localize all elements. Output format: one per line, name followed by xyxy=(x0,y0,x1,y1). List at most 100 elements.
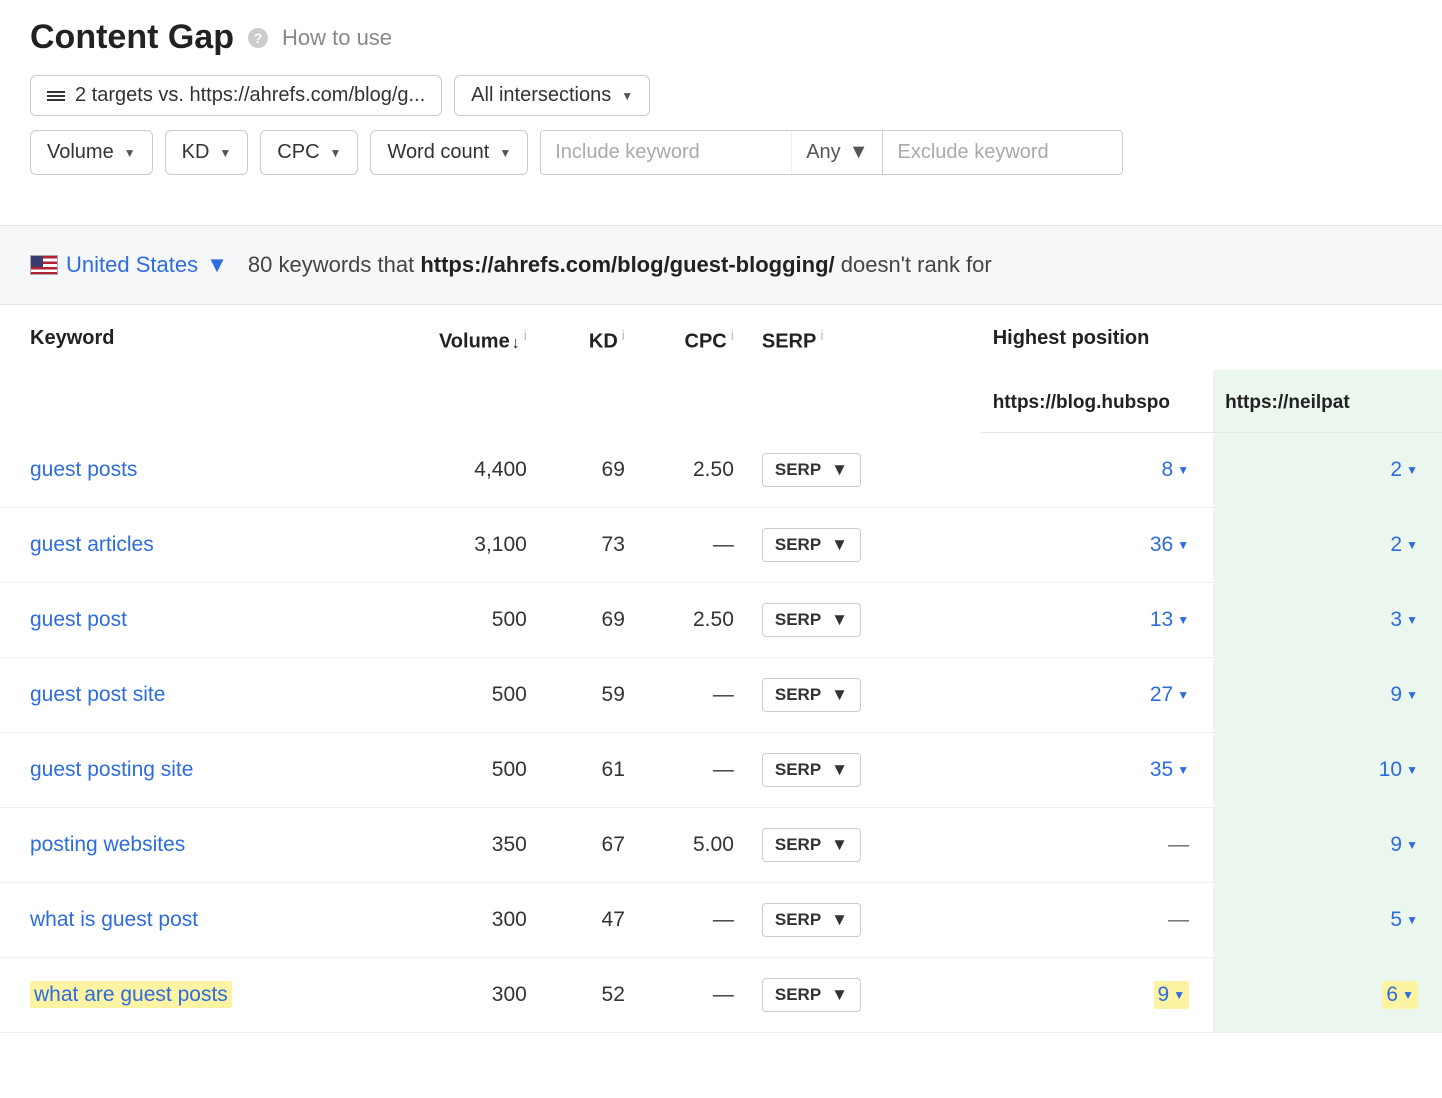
keyword-link[interactable]: guest post xyxy=(30,608,127,631)
chevron-down-icon: ▼ xyxy=(1177,538,1189,552)
chevron-down-icon: ▼ xyxy=(831,835,848,855)
serp-button[interactable]: SERP▼ xyxy=(762,453,861,487)
keyword-link[interactable]: guest posting site xyxy=(30,758,193,781)
cpc-value: 2.50 xyxy=(643,433,752,508)
chevron-down-icon: ▼ xyxy=(1402,988,1414,1002)
keyword-link[interactable]: guest articles xyxy=(30,533,154,556)
position-value[interactable]: 2▼ xyxy=(1390,458,1418,482)
chevron-down-icon: ▼ xyxy=(1173,988,1185,1002)
position-value[interactable]: 13▼ xyxy=(1150,608,1189,632)
cpc-value: 5.00 xyxy=(643,807,752,882)
serp-button[interactable]: SERP▼ xyxy=(762,528,861,562)
col-kd[interactable]: KDi xyxy=(545,305,643,433)
chevron-down-icon: ▼ xyxy=(831,685,848,705)
table-row: guest articles 3,100 73 — SERP▼ 36▼ 2▼ xyxy=(0,507,1442,582)
position-value[interactable]: 10▼ xyxy=(1379,758,1418,782)
chevron-down-icon: ▼ xyxy=(1406,763,1418,777)
serp-button[interactable]: SERP▼ xyxy=(762,903,861,937)
cpc-value: 2.50 xyxy=(643,582,752,657)
info-icon[interactable]: i xyxy=(524,327,527,343)
chevron-down-icon: ▼ xyxy=(499,146,511,160)
include-keyword-input[interactable] xyxy=(541,131,791,174)
volume-value: 4,400 xyxy=(403,433,545,508)
position-value[interactable]: 27▼ xyxy=(1150,683,1189,707)
kd-filter[interactable]: KD ▼ xyxy=(165,130,249,175)
chevron-down-icon: ▼ xyxy=(1177,463,1189,477)
cpc-filter[interactable]: CPC ▼ xyxy=(260,130,358,175)
volume-value: 500 xyxy=(403,732,545,807)
position-value[interactable]: 9▼ xyxy=(1390,683,1418,707)
keyword-link[interactable]: guest post site xyxy=(30,683,165,706)
kd-value: 67 xyxy=(545,807,643,882)
keyword-filter-group: Any ▼ xyxy=(540,130,1123,175)
info-icon[interactable]: i xyxy=(622,327,625,343)
serp-button[interactable]: SERP▼ xyxy=(762,753,861,787)
targets-label: 2 targets vs. https://ahrefs.com/blog/g.… xyxy=(75,84,425,107)
include-mode-selector[interactable]: Any ▼ xyxy=(791,131,882,174)
chevron-down-icon: ▼ xyxy=(831,985,848,1005)
serp-button[interactable]: SERP▼ xyxy=(762,828,861,862)
keyword-link[interactable]: guest posts xyxy=(30,458,137,481)
chevron-down-icon: ▼ xyxy=(831,610,848,630)
col-site2[interactable]: https://neilpat xyxy=(1213,370,1442,433)
info-icon[interactable]: i xyxy=(731,327,734,343)
col-site1[interactable]: https://blog.hubspo xyxy=(981,370,1213,433)
position-value[interactable]: 36▼ xyxy=(1150,533,1189,557)
serp-button[interactable]: SERP▼ xyxy=(762,603,861,637)
col-volume[interactable]: Volume↓i xyxy=(403,305,545,433)
position-value[interactable]: 9▼ xyxy=(1390,833,1418,857)
chevron-down-icon: ▼ xyxy=(831,910,848,930)
volume-value: 3,100 xyxy=(403,507,545,582)
summary-bar: United States ▼ 80 keywords that https:/… xyxy=(0,225,1442,305)
kd-value: 47 xyxy=(545,882,643,957)
exclude-keyword-input[interactable] xyxy=(882,131,1122,174)
col-keyword[interactable]: Keyword xyxy=(0,305,403,433)
results-table: Keyword Volume↓i KDi CPCi SERPi Highest … xyxy=(0,305,1442,1033)
serp-button[interactable]: SERP▼ xyxy=(762,678,861,712)
position-value[interactable]: 8▼ xyxy=(1162,458,1190,482)
keyword-link[interactable]: what are guest posts xyxy=(30,981,232,1008)
intersections-selector[interactable]: All intersections ▼ xyxy=(454,75,650,116)
info-icon[interactable]: i xyxy=(820,327,823,343)
country-selector[interactable]: United States ▼ xyxy=(30,252,228,278)
cpc-value: — xyxy=(643,732,752,807)
kd-value: 69 xyxy=(545,582,643,657)
word-count-filter[interactable]: Word count ▼ xyxy=(370,130,528,175)
volume-value: 300 xyxy=(403,882,545,957)
col-cpc[interactable]: CPCi xyxy=(643,305,752,433)
sort-desc-icon: ↓ xyxy=(512,335,520,352)
keyword-link[interactable]: what is guest post xyxy=(30,908,198,931)
table-row: guest posts 4,400 69 2.50 SERP▼ 8▼ 2▼ xyxy=(0,433,1442,508)
targets-selector[interactable]: 2 targets vs. https://ahrefs.com/blog/g.… xyxy=(30,75,442,116)
table-row: what is guest post 300 47 — SERP▼ — 5▼ xyxy=(0,882,1442,957)
position-value[interactable]: 6▼ xyxy=(1382,981,1418,1009)
table-row: guest post 500 69 2.50 SERP▼ 13▼ 3▼ xyxy=(0,582,1442,657)
position-value[interactable]: 2▼ xyxy=(1390,533,1418,557)
chevron-down-icon: ▼ xyxy=(1177,613,1189,627)
chevron-down-icon: ▼ xyxy=(849,141,869,164)
position-value[interactable]: 3▼ xyxy=(1390,608,1418,632)
page-title: Content Gap xyxy=(30,18,234,57)
chevron-down-icon: ▼ xyxy=(330,146,342,160)
volume-value: 350 xyxy=(403,807,545,882)
how-to-use-link[interactable]: How to use xyxy=(282,25,392,51)
help-icon[interactable]: ? xyxy=(248,28,268,48)
kd-value: 61 xyxy=(545,732,643,807)
keyword-link[interactable]: posting websites xyxy=(30,833,185,856)
intersections-label: All intersections xyxy=(471,84,611,107)
volume-filter[interactable]: Volume ▼ xyxy=(30,130,153,175)
position-value[interactable]: 5▼ xyxy=(1390,908,1418,932)
chevron-down-icon: ▼ xyxy=(1406,838,1418,852)
volume-value: 500 xyxy=(403,582,545,657)
cpc-value: — xyxy=(643,657,752,732)
chevron-down-icon: ▼ xyxy=(621,89,633,103)
col-highest-position: Highest position xyxy=(981,305,1442,370)
serp-button[interactable]: SERP▼ xyxy=(762,978,861,1012)
table-row: guest posting site 500 61 — SERP▼ 35▼ 10… xyxy=(0,732,1442,807)
flag-icon xyxy=(30,255,58,275)
chevron-down-icon: ▼ xyxy=(1177,688,1189,702)
cpc-value: — xyxy=(643,957,752,1032)
position-value[interactable]: 35▼ xyxy=(1150,758,1189,782)
position-value[interactable]: 9▼ xyxy=(1154,981,1190,1009)
chevron-down-icon: ▼ xyxy=(206,252,228,278)
